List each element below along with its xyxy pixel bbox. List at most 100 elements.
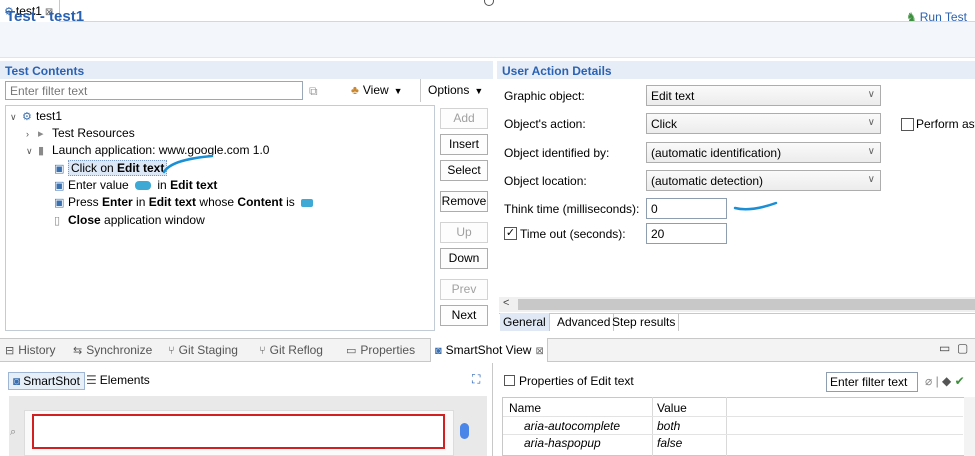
test-contents-header: Test Contents	[0, 61, 493, 79]
chevron-down-icon[interactable]: ∨	[10, 109, 22, 126]
microphone-icon	[460, 423, 469, 439]
object-location-label: Object location:	[504, 174, 587, 188]
property-value: both	[657, 419, 681, 433]
test-icon: ⚙	[22, 111, 32, 123]
graphic-object-label: Graphic object:	[504, 89, 585, 103]
view-label: View	[362, 83, 389, 97]
minimize-icon[interactable]: ▭	[939, 341, 950, 355]
properties-title: Properties of Edit text	[519, 374, 634, 388]
filter-options-icon[interactable]: ⧉	[309, 84, 318, 99]
options-menu[interactable]: Options ▼	[420, 79, 493, 102]
down-button[interactable]: Down	[440, 248, 488, 269]
object-location-select[interactable]: (automatic detection) ∨	[646, 170, 881, 191]
redacted-value	[301, 198, 314, 207]
tab-general[interactable]: General	[500, 313, 550, 331]
column-divider	[726, 397, 727, 456]
close-tab-icon[interactable]: ⊠	[535, 346, 543, 357]
diamond-icon[interactable]: ◆	[942, 374, 951, 388]
tree-item-press-enter-step[interactable]: ▣ Press Enter in Edit text whose Content …	[54, 194, 316, 211]
git-staging-icon: ⑂	[168, 345, 175, 357]
smartshot-icon: ◙	[435, 345, 442, 357]
annotation-mark	[733, 201, 778, 211]
scroll-left-icon[interactable]: <	[503, 297, 509, 309]
chevron-down-icon: ▼	[393, 86, 403, 96]
column-divider	[652, 397, 653, 456]
column-header-value[interactable]: Value	[657, 401, 687, 415]
elements-icon: ☰	[86, 373, 97, 387]
run-test-label: Run Test	[919, 10, 967, 24]
chevron-down-icon: ∨	[867, 117, 875, 128]
tab-advanced[interactable]: Advanced	[554, 313, 615, 331]
action-step-icon: ▣	[54, 197, 65, 209]
chevron-down-icon[interactable]: ∨	[26, 143, 38, 160]
tree-item-click-step[interactable]: ▣ Click on Edit text	[54, 160, 168, 177]
git-reflog-icon: ⑂	[259, 345, 266, 357]
properties-icon: ▭	[346, 345, 357, 357]
tab-history[interactable]: ⊟ History	[5, 343, 56, 357]
perform-async-label: Perform asy	[916, 117, 975, 131]
tree-item-test1[interactable]: ∨ ⚙ test1	[10, 108, 62, 125]
object-action-label: Object's action:	[504, 117, 586, 131]
tab-properties[interactable]: ▭ Properties	[346, 343, 415, 357]
timeout-label: Time out (seconds):	[520, 227, 626, 241]
selected-step: Click on Edit text	[68, 160, 168, 176]
tree-filter-input[interactable]: Enter filter text	[5, 81, 303, 100]
identified-by-label: Object identified by:	[504, 146, 610, 160]
chevron-down-icon: ∨	[867, 146, 875, 157]
elements-toggle[interactable]: ☰ Elements	[86, 373, 150, 387]
user-action-details-header: User Action Details	[497, 61, 975, 79]
object-action-select[interactable]: Click ∨	[646, 113, 881, 134]
clear-icon[interactable]: ⌀	[925, 374, 932, 388]
next-button[interactable]: Next	[440, 305, 488, 326]
application-icon: ▮	[38, 145, 45, 157]
graphic-object-select[interactable]: Edit text ∨	[646, 85, 881, 106]
history-icon: ⊟	[5, 345, 15, 357]
perform-async-checkbox[interactable]	[901, 118, 914, 131]
chevron-right-icon[interactable]: ›	[26, 126, 38, 143]
application-icon: ▯	[54, 215, 61, 227]
prev-button[interactable]: Prev	[440, 279, 488, 300]
tree-item-test-resources[interactable]: › ▸ Test Resources	[26, 125, 135, 142]
smartshot-toggle[interactable]: ◙ SmartShot	[8, 372, 85, 390]
timeout-checkbox[interactable]: ✓	[504, 227, 517, 240]
tab-git-staging[interactable]: ⑂ Git Staging	[168, 343, 238, 357]
row-divider	[503, 434, 963, 435]
page-title: Test - test1	[6, 8, 85, 25]
timeout-input[interactable]: 20	[646, 223, 727, 244]
view-icon: ♣	[351, 83, 359, 97]
tab-smartshot-view[interactable]: ◙ SmartShot View ⊠	[430, 338, 548, 362]
property-name: aria-autocomplete	[524, 419, 621, 433]
tree-item-close-step[interactable]: ▯ Close application window	[54, 212, 205, 229]
chevron-down-icon: ∨	[867, 89, 875, 100]
test-contents-tree[interactable]: ∨ ⚙ test1 › ▸ Test Resources ∨ ▮ Launch applic…	[5, 105, 435, 331]
select-button[interactable]: Select	[440, 160, 488, 181]
maximize-icon[interactable]: ▢	[957, 341, 968, 355]
tab-synchronize[interactable]: ⇆ Synchronize	[73, 343, 152, 357]
properties-filter-input[interactable]: Enter filter text	[826, 372, 918, 392]
scrollbar-thumb[interactable]	[518, 299, 975, 310]
annotation-mark	[162, 154, 214, 174]
up-button[interactable]: Up	[440, 222, 488, 243]
run-test-link[interactable]: ♞ Run Test	[906, 10, 967, 24]
fit-to-window-icon[interactable]: ⛶	[472, 372, 480, 387]
tab-git-reflog[interactable]: ⑂ Git Reflog	[259, 343, 323, 357]
tree-item-launch-application[interactable]: ∨ ▮ Launch application: www.google.com 1.0	[26, 142, 269, 159]
add-button[interactable]: Add	[440, 108, 488, 129]
chevron-down-icon: ▼	[474, 86, 484, 96]
insert-button[interactable]: Insert	[440, 134, 488, 155]
remove-button[interactable]: Remove	[440, 191, 488, 212]
vertical-scrollbar[interactable]	[964, 397, 975, 456]
tab-step-results[interactable]: Step results	[609, 313, 680, 331]
identified-by-select[interactable]: (automatic identification) ∨	[646, 142, 881, 163]
redacted-value	[135, 181, 152, 191]
highlighted-element-box[interactable]	[32, 414, 445, 449]
separator: |	[935, 374, 939, 388]
editor-header	[0, 22, 975, 58]
column-header-name[interactable]: Name	[509, 401, 541, 415]
properties-toolbar: ⌀ | ◆ ✔	[925, 374, 965, 388]
think-time-input[interactable]: 0	[646, 198, 727, 219]
view-menu[interactable]: ♣ View ▼	[351, 83, 403, 97]
check-icon[interactable]: ✔	[955, 374, 965, 388]
tree-item-enter-value-step[interactable]: ▣ Enter value in Edit text	[54, 177, 217, 194]
synchronize-icon: ⇆	[73, 345, 83, 357]
